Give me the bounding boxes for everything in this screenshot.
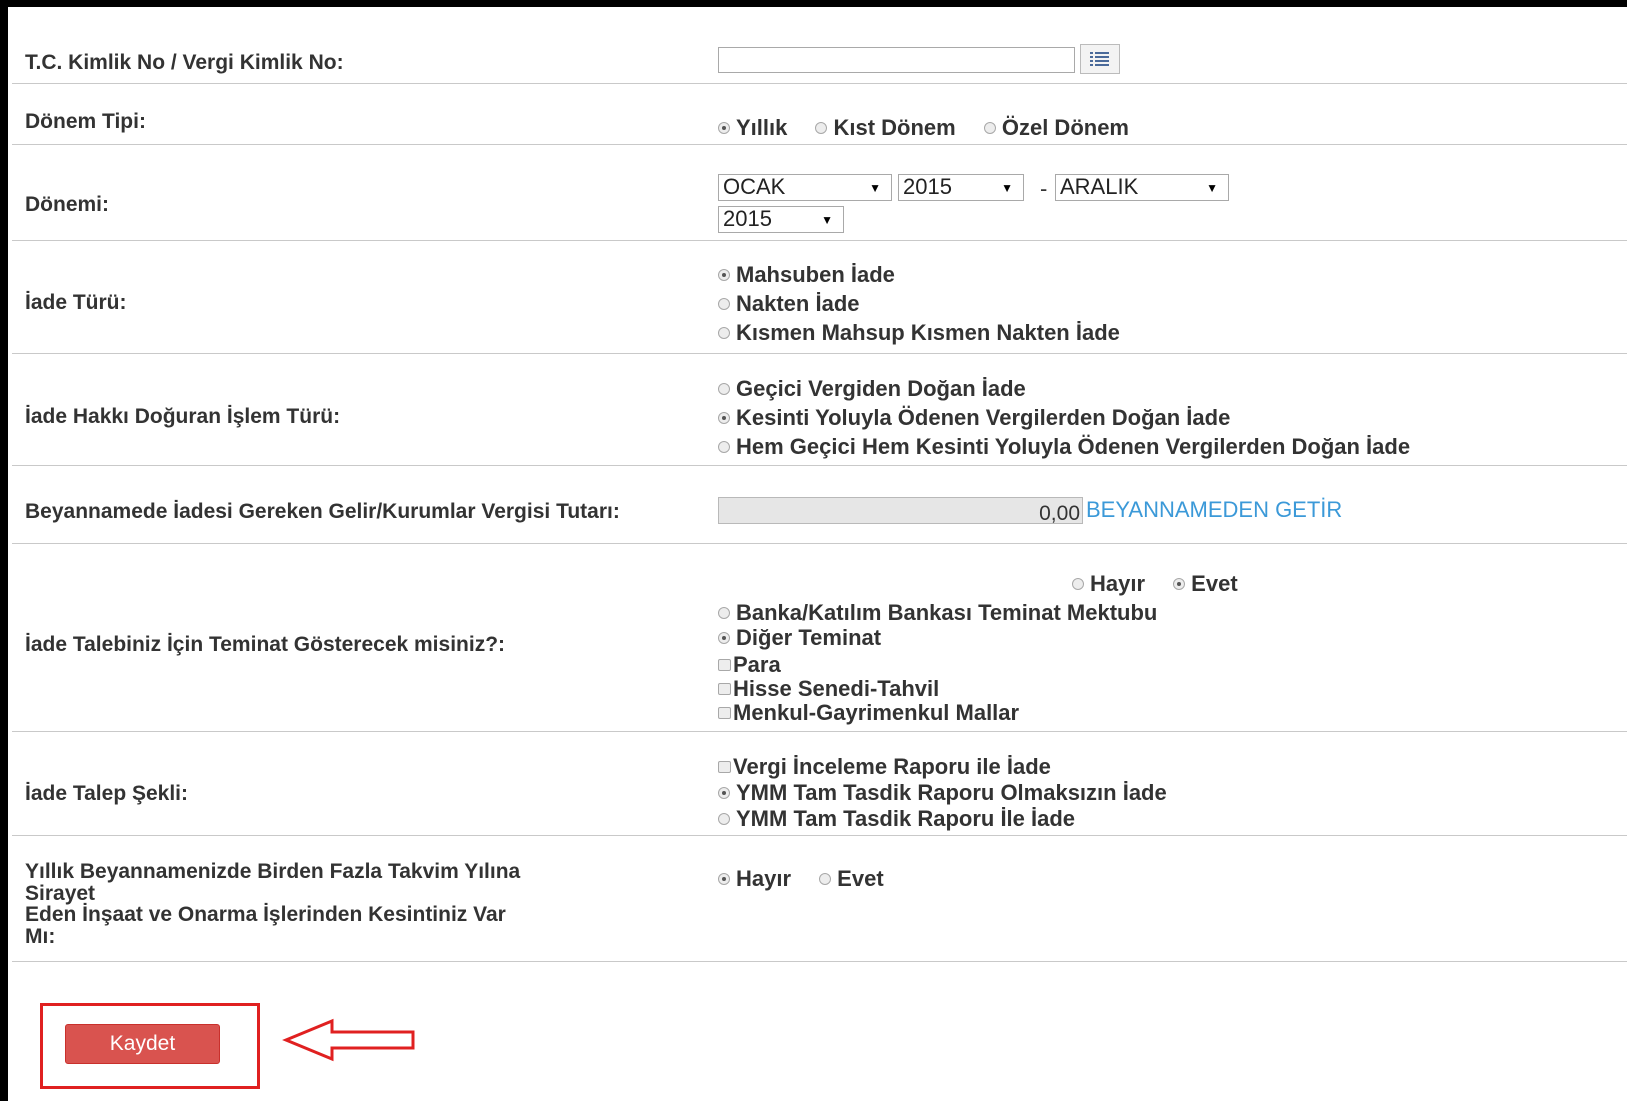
radio-icon[interactable] (718, 631, 730, 644)
donem-tipi-option-ozel[interactable]: Özel Dönem (983, 113, 1129, 142)
donem-tipi-option-yillik[interactable]: Yıllık (718, 113, 787, 142)
insaat-option-hayir[interactable]: Hayır (718, 864, 791, 893)
radio-icon[interactable] (983, 121, 996, 134)
dropdown-arrow-icon: ▼ (821, 213, 833, 227)
radio-icon[interactable] (718, 297, 730, 310)
end-year-select[interactable]: 2015 ▼ (718, 206, 844, 233)
radio-icon[interactable] (718, 872, 730, 885)
radio-icon[interactable] (815, 121, 828, 134)
insaat-option-evet[interactable]: Evet (819, 864, 884, 893)
islem-turu-label: İade Hakkı Doğuran İşlem Türü: (25, 405, 341, 428)
radio-icon[interactable] (718, 268, 730, 281)
radio-icon[interactable] (718, 787, 730, 799)
radio-icon[interactable] (718, 121, 730, 134)
iade-turu-option-mahsuben[interactable]: Mahsuben İade (718, 260, 1120, 289)
donem-tipi-option-kist[interactable]: Kıst Dönem (815, 113, 956, 142)
checkbox-icon[interactable] (718, 683, 731, 695)
talep-sekli-option-olmaksizin[interactable]: YMM Tam Tasdik Raporu Olmaksızın İade (718, 780, 1167, 806)
tc-label: T.C. Kimlik No / Vergi Kimlik No: (25, 51, 344, 74)
radio-icon[interactable] (1072, 577, 1084, 590)
talep-sekli-option-ile[interactable]: YMM Tam Tasdik Raporu İle İade (718, 806, 1167, 832)
tutar-label: Beyannamede İadesi Gereken Gelir/Kurumla… (25, 500, 620, 523)
start-year-select[interactable]: 2015 ▼ (898, 174, 1024, 201)
donem-tipi-label: Dönem Tipi: (25, 110, 146, 133)
insaat-label: Yıllık Beyannamenizde Birden Fazla Takvi… (25, 860, 521, 948)
radio-icon[interactable] (718, 440, 730, 453)
dropdown-arrow-icon: ▼ (1001, 181, 1013, 195)
list-icon (1090, 52, 1109, 66)
islem-turu-option-hem[interactable]: Hem Geçici Hem Kesinti Yoluyla Ödenen Ve… (718, 432, 1410, 461)
radio-icon[interactable] (718, 813, 730, 825)
row-insaat: Yıllık Beyannamenizde Birden Fazla Takvi… (12, 836, 1627, 962)
radio-icon[interactable] (718, 326, 730, 339)
radio-icon[interactable] (819, 872, 832, 885)
teminat-check-menkul[interactable]: Menkul-Gayrimenkul Mallar (718, 700, 1157, 725)
teminat-label: İade Talebiniz İçin Teminat Gösterecek m… (25, 633, 506, 656)
checkbox-icon[interactable] (718, 761, 731, 773)
list-button[interactable] (1080, 44, 1120, 74)
dropdown-arrow-icon: ▼ (1206, 181, 1218, 195)
teminat-option-hayir[interactable]: Hayır (1072, 569, 1145, 598)
islem-turu-option-kesinti[interactable]: Kesinti Yoluyla Ödenen Vergilerden Doğan… (718, 403, 1410, 432)
iade-turu-label: İade Türü: (25, 291, 127, 314)
radio-icon[interactable] (718, 382, 730, 395)
beyannameden-getir-link[interactable]: BEYANNAMEDEN GETİR (1086, 497, 1342, 523)
left-arrow-icon (282, 1018, 415, 1062)
islem-turu-group: Geçici Vergiden Doğan İade Kesinti Yoluy… (718, 374, 1410, 461)
iade-turu-option-nakten[interactable]: Nakten İade (718, 289, 1120, 318)
tc-input[interactable] (718, 47, 1075, 73)
start-month-select[interactable]: OCAK ▼ (718, 174, 892, 201)
teminat-check-para[interactable]: Para (718, 652, 1157, 677)
checkbox-icon[interactable] (718, 659, 731, 671)
dropdown-arrow-icon: ▼ (869, 181, 881, 195)
teminat-check-hisse[interactable]: Hisse Senedi-Tahvil (718, 676, 1157, 701)
teminat-type-banka[interactable]: Banka/Katılım Bankası Teminat Mektubu (718, 600, 1157, 625)
talep-sekli-group: Vergi İnceleme Raporu ile İade YMM Tam T… (718, 754, 1167, 832)
teminat-option-evet[interactable]: Evet (1173, 569, 1238, 598)
tutar-field[interactable]: 0,00 (718, 497, 1083, 525)
radio-icon[interactable] (718, 606, 730, 619)
radio-icon[interactable] (718, 411, 730, 424)
iade-turu-option-kismen[interactable]: Kısmen Mahsup Kısmen Nakten İade (718, 318, 1120, 347)
talep-sekli-check-vergi[interactable]: Vergi İnceleme Raporu ile İade (718, 754, 1167, 780)
insaat-group: Hayır Evet (718, 864, 906, 893)
donemi-label: Dönemi: (25, 193, 109, 216)
teminat-type-diger[interactable]: Diğer Teminat (718, 625, 1157, 650)
radio-icon[interactable] (1173, 577, 1186, 590)
period-separator: - (1040, 176, 1048, 201)
iade-turu-group: Mahsuben İade Nakten İade Kısmen Mahsup … (718, 260, 1120, 347)
islem-turu-option-gecici[interactable]: Geçici Vergiden Doğan İade (718, 374, 1410, 403)
talep-sekli-label: İade Talep Şekli: (25, 782, 189, 805)
end-month-select[interactable]: ARALIK ▼ (1055, 174, 1229, 201)
checkbox-icon[interactable] (718, 707, 731, 719)
donem-tipi-group: Yıllık Kıst Dönem Özel Dönem (718, 113, 1151, 142)
save-button[interactable]: Kaydet (65, 1024, 220, 1064)
teminat-type-group: Banka/Katılım Bankası Teminat Mektubu Di… (718, 600, 1157, 725)
teminat-yesno-group: Hayır Evet (1072, 569, 1260, 598)
